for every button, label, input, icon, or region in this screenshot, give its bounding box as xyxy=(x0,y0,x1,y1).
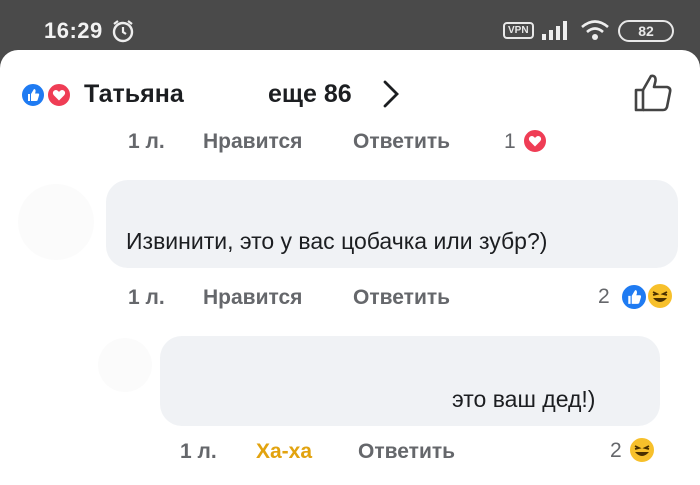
wifi-icon xyxy=(581,20,609,40)
reactor-more-count: еще 86 xyxy=(268,80,352,108)
vpn-badge: VPN xyxy=(503,22,534,39)
like-reaction-icon xyxy=(620,283,648,311)
haha-reaction-icon xyxy=(628,436,656,464)
reply-button[interactable]: Ответить xyxy=(353,286,450,310)
like-button[interactable]: Нравится xyxy=(203,286,302,310)
alarm-icon xyxy=(112,20,134,43)
comment-time[interactable]: 1 л. xyxy=(180,440,217,464)
comments-sheet: Татьяна еще 86 1 л. Нравится Ответить 1 … xyxy=(0,50,700,485)
love-reaction-icon xyxy=(522,128,548,154)
comment-time[interactable]: 1 л. xyxy=(128,130,165,154)
reaction-count: 2 xyxy=(610,439,622,462)
comment-text: это ваш дед!) xyxy=(452,386,596,412)
reply-button[interactable]: Ответить xyxy=(353,130,450,154)
avatar[interactable] xyxy=(18,184,94,260)
thumbs-up-icon[interactable] xyxy=(632,72,674,114)
comment-time[interactable]: 1 л. xyxy=(128,286,165,310)
battery-level: 82 xyxy=(638,23,654,39)
comment-actions: 1 л. Ха-ха Ответить xyxy=(0,440,700,470)
reply-button[interactable]: Ответить xyxy=(358,440,455,464)
reactions-header[interactable]: Татьяна еще 86 xyxy=(0,50,700,130)
avatar[interactable] xyxy=(98,338,152,392)
reactor-name: Татьяна xyxy=(84,80,184,108)
comment-actions: 1 л. Нравится Ответить xyxy=(0,286,700,316)
chevron-right-icon xyxy=(383,80,399,108)
comment-actions: 1 л. Нравится Ответить xyxy=(0,130,700,160)
comment-bubble[interactable]: это ваш дед!) xyxy=(160,336,660,426)
haha-reaction-icon xyxy=(646,282,674,310)
battery-icon: 82 xyxy=(618,20,674,42)
like-button[interactable]: Нравится xyxy=(203,130,302,154)
reaction-count: 1 xyxy=(504,130,516,153)
love-reaction-icon xyxy=(46,82,72,108)
comment-text: Извинити, это у вас цобачка или зубр?) xyxy=(126,228,548,254)
haha-button[interactable]: Ха-ха xyxy=(256,440,312,464)
signal-icon xyxy=(542,21,567,40)
comment-bubble[interactable]: Извинити, это у вас цобачка или зубр?) xyxy=(106,180,678,268)
status-time: 16:29 xyxy=(44,18,103,43)
reaction-count: 2 xyxy=(598,285,610,308)
like-reaction-icon xyxy=(20,82,46,108)
status-bar: 16:29 VPN 82 xyxy=(0,0,700,50)
